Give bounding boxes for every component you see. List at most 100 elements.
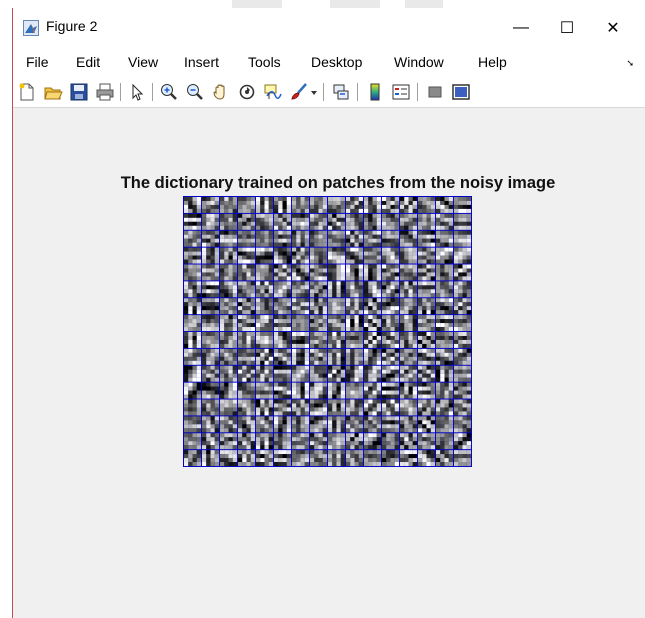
dictionary-atom	[274, 213, 292, 230]
dictionary-atom	[328, 298, 346, 315]
dictionary-atom	[292, 281, 310, 298]
dictionary-atom	[184, 213, 202, 230]
pan-hand-icon[interactable]	[211, 82, 231, 102]
dictionary-atom	[220, 399, 238, 416]
dictionary-atom	[454, 433, 472, 450]
dictionary-atom	[184, 230, 202, 247]
dictionary-atom	[202, 348, 220, 365]
dictionary-atoms-image	[183, 196, 472, 467]
dictionary-atom	[238, 230, 256, 247]
dictionary-atom	[400, 247, 418, 264]
colorbar-icon[interactable]	[365, 82, 385, 102]
dictionary-atom	[292, 416, 310, 433]
dictionary-atom	[382, 399, 400, 416]
dictionary-atom	[436, 298, 454, 315]
dictionary-atom	[310, 332, 328, 348]
dictionary-atom	[454, 230, 472, 247]
menu-view[interactable]: View	[128, 54, 158, 70]
dictionary-atom	[382, 281, 400, 298]
dictionary-atom	[382, 365, 400, 382]
title-bar[interactable]: Figure 2 — ☐ ✕	[13, 8, 645, 48]
dictionary-atom	[274, 281, 292, 298]
dictionary-atom	[400, 450, 418, 467]
dictionary-atom	[220, 247, 238, 264]
dictionary-atom	[418, 382, 436, 399]
dictionary-atom	[292, 197, 310, 213]
dictionary-atom	[328, 197, 346, 213]
link-plot-icon[interactable]	[331, 82, 351, 102]
dictionary-atom	[400, 264, 418, 281]
figure-canvas[interactable]: The dictionary trained on patches from t…	[13, 108, 645, 618]
rotate-3d-icon[interactable]	[237, 82, 257, 102]
dictionary-atom	[220, 197, 238, 213]
dictionary-atom	[328, 332, 346, 348]
dictionary-atom	[292, 399, 310, 416]
data-cursor-icon[interactable]	[263, 82, 283, 102]
dictionary-atom	[238, 433, 256, 450]
dictionary-atom	[382, 264, 400, 281]
dictionary-atom	[238, 365, 256, 382]
new-figure-icon[interactable]	[17, 82, 37, 102]
dictionary-atom	[328, 247, 346, 264]
open-file-icon[interactable]	[43, 82, 63, 102]
menu-tools[interactable]: Tools	[248, 54, 281, 70]
dictionary-atom	[382, 416, 400, 433]
brush-dropdown-icon[interactable]	[309, 82, 319, 102]
dictionary-atom	[400, 416, 418, 433]
zoom-in-icon[interactable]	[159, 82, 179, 102]
menu-edit[interactable]: Edit	[76, 54, 100, 70]
dictionary-atom	[274, 315, 292, 332]
hide-plot-tools-icon[interactable]	[425, 82, 445, 102]
dictionary-atom	[418, 213, 436, 230]
close-button[interactable]: ✕	[590, 8, 636, 48]
dictionary-atom	[454, 264, 472, 281]
toolbar-separator	[120, 83, 121, 101]
dictionary-atom	[310, 281, 328, 298]
dictionary-atom	[436, 332, 454, 348]
show-plot-tools-icon[interactable]	[451, 82, 471, 102]
dictionary-atom	[436, 365, 454, 382]
dictionary-atom	[400, 382, 418, 399]
maximize-button[interactable]: ☐	[544, 8, 590, 48]
dictionary-atom	[436, 230, 454, 247]
dictionary-atom	[328, 315, 346, 332]
menu-desktop[interactable]: Desktop	[311, 54, 362, 70]
save-icon[interactable]	[69, 82, 89, 102]
dictionary-atom	[346, 348, 364, 365]
dictionary-atom	[310, 315, 328, 332]
dictionary-atom	[418, 197, 436, 213]
minimize-button[interactable]: —	[498, 8, 544, 48]
dictionary-atom	[364, 281, 382, 298]
dictionary-atom	[220, 298, 238, 315]
menu-window[interactable]: Window	[394, 54, 444, 70]
zoom-out-icon[interactable]	[185, 82, 205, 102]
menu-help[interactable]: Help	[478, 54, 507, 70]
brush-icon[interactable]	[289, 82, 309, 102]
menu-file[interactable]: File	[26, 54, 49, 70]
legend-icon[interactable]	[391, 82, 411, 102]
figure-title: The dictionary trained on patches from t…	[120, 174, 556, 192]
menu-insert[interactable]: Insert	[184, 54, 219, 70]
dictionary-atom	[202, 264, 220, 281]
print-icon[interactable]	[95, 82, 115, 102]
dictionary-atom	[184, 433, 202, 450]
dictionary-atom	[436, 197, 454, 213]
dock-arrow-icon[interactable]: ➘	[626, 58, 634, 69]
dictionary-atom	[238, 382, 256, 399]
dictionary-atom	[310, 382, 328, 399]
dictionary-atom	[256, 298, 274, 315]
dictionary-atom	[310, 247, 328, 264]
dictionary-atom	[274, 230, 292, 247]
dictionary-atom	[454, 382, 472, 399]
dictionary-atom	[274, 450, 292, 467]
dictionary-atom	[256, 264, 274, 281]
dictionary-atom	[274, 332, 292, 348]
dictionary-atom	[328, 433, 346, 450]
figure-window: Figure 2 — ☐ ✕ File Edit View Insert Too…	[12, 8, 645, 618]
dictionary-atom	[238, 264, 256, 281]
dictionary-atom	[256, 230, 274, 247]
edit-plot-arrow-icon[interactable]	[127, 82, 147, 102]
dictionary-atom	[220, 230, 238, 247]
dictionary-atom	[418, 298, 436, 315]
dictionary-atom	[220, 433, 238, 450]
